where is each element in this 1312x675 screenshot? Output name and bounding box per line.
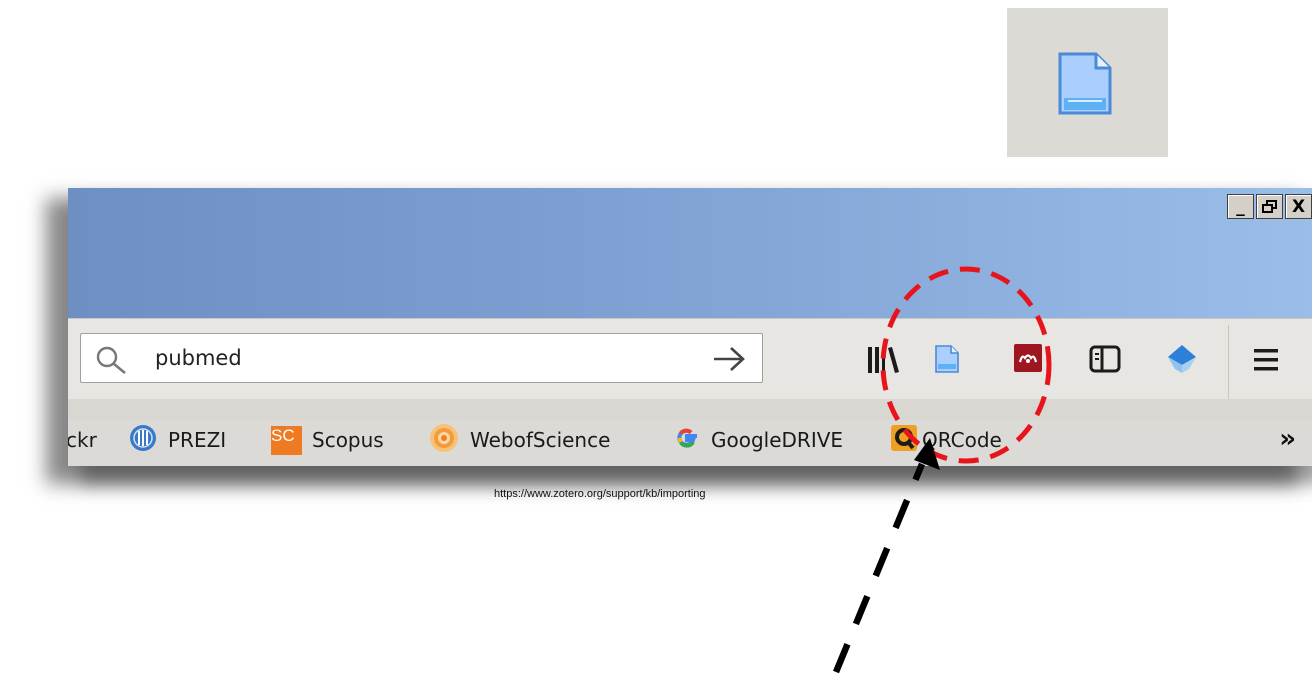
bookmark-flickr[interactable]: ckr <box>68 420 97 460</box>
google-icon <box>673 424 701 457</box>
bookmark-prezi[interactable]: PREZI <box>128 420 226 460</box>
qrcode-icon <box>890 424 918 457</box>
webofscience-icon <box>428 422 460 459</box>
restore-button[interactable] <box>1256 194 1283 219</box>
extension-icon[interactable] <box>1166 343 1198 375</box>
bookmark-label: GoogleDRIVE <box>711 428 844 452</box>
mendeley-icon[interactable] <box>1013 343 1043 373</box>
bookmark-scopus[interactable]: SC Scopus <box>271 420 384 460</box>
minimize-button[interactable]: _ <box>1227 194 1254 219</box>
bookmarks-overflow-button[interactable]: » <box>1279 424 1296 454</box>
bookmark-label: QRCode <box>922 428 1002 452</box>
window-controls: _ X <box>1227 194 1312 219</box>
zoomed-icon-preview <box>1007 8 1168 157</box>
navigation-toolbar: pubmed <box>68 318 1312 399</box>
prezi-icon <box>128 423 158 458</box>
bookmarks-toolbar: ckr PREZI SC Scopus WebofScience GoogleD… <box>68 420 1312 466</box>
bookmark-label: PREZI <box>168 428 227 452</box>
page: _ X pubmed ckr PREZI SC Scopus WebofScie… <box>0 0 1312 675</box>
menu-icon[interactable] <box>1252 347 1280 373</box>
bookmark-googledrive[interactable]: GoogleDRIVE <box>673 420 843 460</box>
bookmark-label: Scopus <box>312 428 384 452</box>
browser-screenshot: _ X pubmed ckr PREZI SC Scopus WebofScie… <box>68 188 1312 466</box>
search-bar[interactable]: pubmed <box>80 333 763 383</box>
sidebar-icon[interactable] <box>1089 344 1121 374</box>
scopus-icon: SC <box>271 425 302 455</box>
go-arrow-icon[interactable] <box>712 346 746 372</box>
close-button[interactable]: X <box>1285 194 1312 219</box>
restore-icon <box>1261 199 1277 213</box>
pointer-arrow-line <box>832 462 926 674</box>
zotero-page-icon-large <box>1058 52 1112 115</box>
bookmark-label: ckr <box>68 428 97 452</box>
toolbar-separator <box>1228 325 1229 399</box>
search-input[interactable]: pubmed <box>155 346 242 370</box>
window-titlebar: _ X <box>68 188 1312 318</box>
zotero-page-icon[interactable] <box>934 344 960 374</box>
source-caption: https://www.zotero.org/support/kb/import… <box>494 488 706 500</box>
search-icon <box>96 346 126 375</box>
bookmark-webofscience[interactable]: WebofScience <box>428 420 610 460</box>
library-icon[interactable] <box>866 345 900 375</box>
bookmark-qrcode[interactable]: QRCode <box>890 420 1002 460</box>
bookmark-label: WebofScience <box>470 428 611 452</box>
